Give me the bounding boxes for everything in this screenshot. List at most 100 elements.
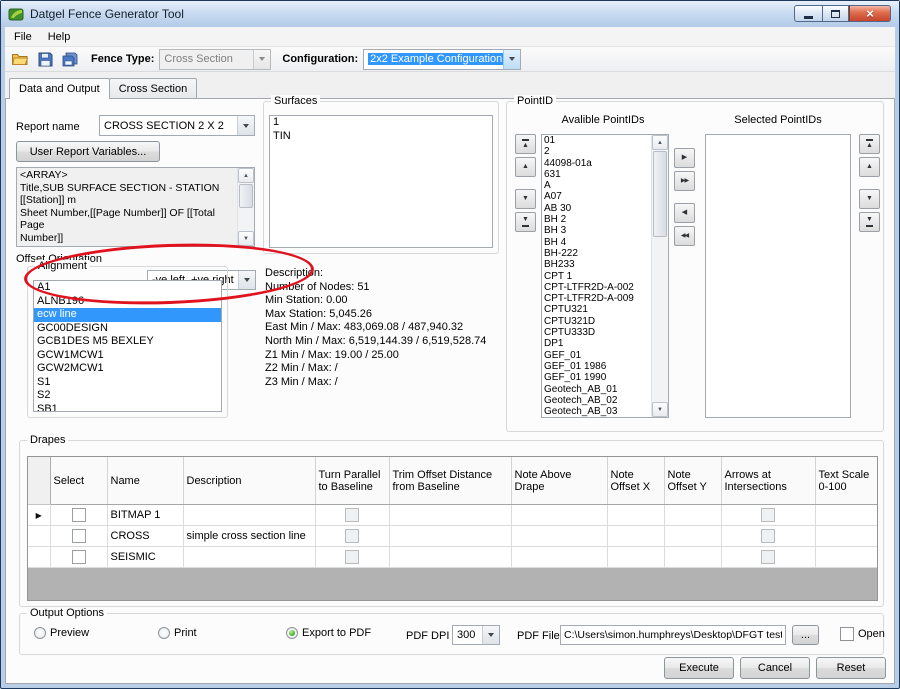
text-scale-cell[interactable] (815, 547, 877, 568)
surfaces-list[interactable]: 1TIN (269, 115, 493, 248)
maximize-button[interactable] (822, 5, 849, 22)
pointid-list-item[interactable]: BH-222 (542, 248, 652, 259)
pointid-list-item[interactable]: AB 30 (542, 203, 652, 214)
pointid-list-item[interactable]: A (542, 180, 652, 191)
arrows-checkbox[interactable] (761, 529, 775, 543)
execute-button[interactable]: Execute (664, 657, 734, 679)
dropdown-arrow-icon[interactable] (482, 626, 499, 644)
pointid-list-item[interactable]: GEF_01 (542, 350, 652, 361)
move-up-button[interactable]: ▲ (859, 157, 880, 177)
pointid-list-item[interactable]: Geotech_AB_01 (542, 384, 652, 395)
pointid-list-item[interactable]: CPTU333D (542, 327, 652, 338)
close-button[interactable]: × (849, 5, 891, 22)
move-to-bottom-button[interactable]: ▼ (515, 212, 536, 232)
move-to-bottom-button[interactable]: ▼ (859, 212, 880, 232)
turn-parallel-cell[interactable] (315, 505, 389, 526)
browse-button[interactable]: ... (792, 625, 819, 645)
turn-parallel-checkbox[interactable] (345, 550, 359, 564)
scroll-up-icon[interactable]: ▲ (652, 135, 668, 150)
pointid-list-item[interactable]: GEF_01 1986 (542, 361, 652, 372)
grid-corner-header[interactable] (28, 457, 50, 505)
alignment-list-item[interactable]: ecw line (34, 308, 221, 322)
select-cell[interactable] (50, 526, 107, 547)
drape-name-cell[interactable]: BITMAP 1 (107, 505, 183, 526)
note-offset-x-cell[interactable] (607, 526, 664, 547)
report-variables-box[interactable]: <ARRAY> Title,SUB SURFACE SECTION - STAT… (16, 167, 255, 247)
note-above-cell[interactable] (511, 547, 607, 568)
note-offset-x-cell[interactable] (607, 505, 664, 526)
move-down-button[interactable]: ▼ (515, 189, 536, 209)
export-to-pdf-radio[interactable]: Export to PDF (286, 627, 371, 639)
arrows-checkbox[interactable] (761, 550, 775, 564)
trim-offset-cell[interactable] (389, 526, 511, 547)
arrows-checkbox[interactable] (761, 508, 775, 522)
open-configuration-button[interactable] (10, 49, 30, 69)
drape-description-cell[interactable]: simple cross section line (183, 526, 315, 547)
note-offset-x-cell[interactable] (607, 547, 664, 568)
minimize-button[interactable] (794, 5, 822, 22)
surface-list-item[interactable]: TIN (270, 130, 492, 144)
select-pointid-button[interactable]: ▶ (674, 148, 695, 168)
move-to-top-button[interactable]: ▲ (515, 134, 536, 154)
column-header-description[interactable]: Description (183, 457, 315, 505)
pointid-list-item[interactable]: A07 (542, 191, 652, 202)
note-offset-y-cell[interactable] (664, 547, 721, 568)
alignment-list-item[interactable]: ALNB196 (34, 295, 221, 309)
surface-list-item[interactable]: 1 (270, 116, 492, 130)
dropdown-arrow-icon[interactable] (238, 271, 255, 289)
pointid-list-item[interactable]: Geotech_AB_03 (542, 406, 652, 417)
turn-parallel-cell[interactable] (315, 526, 389, 547)
user-report-variables-button[interactable]: User Report Variables... (16, 141, 160, 162)
row-selector-cell[interactable] (28, 547, 50, 568)
move-up-button[interactable]: ▲ (515, 157, 536, 177)
column-header-name[interactable]: Name (107, 457, 183, 505)
column-header-note-above[interactable]: Note Above Drape (511, 457, 607, 505)
preview-radio[interactable]: Preview (34, 627, 89, 639)
pdf-file-input[interactable] (560, 625, 786, 645)
note-above-cell[interactable] (511, 526, 607, 547)
note-offset-y-cell[interactable] (664, 526, 721, 547)
selected-pointids-list[interactable] (705, 134, 851, 418)
trim-offset-cell[interactable] (389, 505, 511, 526)
drape-row[interactable]: SEISMIC (28, 547, 877, 568)
open-checkbox-item[interactable]: Open (840, 627, 885, 641)
pointid-list-item[interactable]: GEF_01 1990 (542, 372, 652, 383)
menu-help[interactable]: Help (40, 29, 79, 45)
drape-name-cell[interactable]: SEISMIC (107, 547, 183, 568)
pointid-list-item[interactable]: CPTU321D (542, 316, 652, 327)
available-pointids-list[interactable]: 01244098-01a631AA07AB 30BH 2BH 3BH 4BH-2… (541, 134, 669, 418)
pdf-dpi-combobox[interactable]: 300 (452, 625, 500, 645)
turn-parallel-checkbox[interactable] (345, 508, 359, 522)
pointid-list-item[interactable]: Geotech_AB_02 (542, 395, 652, 406)
move-to-top-button[interactable]: ▲ (859, 134, 880, 154)
column-header-select[interactable]: Select (50, 457, 107, 505)
alignment-list-item[interactable]: SB1 (34, 403, 221, 413)
pointid-list-item[interactable]: BH 2 (542, 214, 652, 225)
pointid-list-item[interactable]: CPT-LTFR2D-A-009 (542, 293, 652, 304)
pointid-list-item[interactable]: DP1 (542, 338, 652, 349)
alignment-list[interactable]: A1ALNB196ecw lineGC00DESIGNGCB1DES M5 BE… (33, 280, 222, 412)
row-selector-cell[interactable]: ▶ (28, 505, 50, 526)
column-header-trim-offset[interactable]: Trim Offset Distance from Baseline (389, 457, 511, 505)
select-all-pointids-button[interactable]: ▶▶ (674, 171, 695, 191)
deselect-all-pointids-button[interactable]: ◀◀ (674, 226, 695, 246)
cancel-button[interactable]: Cancel (740, 657, 810, 679)
column-header-text-scale[interactable]: Text Scale 0-100 (815, 457, 877, 505)
select-cell[interactable] (50, 505, 107, 526)
menu-file[interactable]: File (6, 29, 40, 45)
row-selector-cell[interactable] (28, 526, 50, 547)
text-scale-cell[interactable] (815, 505, 877, 526)
drape-row[interactable]: CROSS simple cross section line (28, 526, 877, 547)
dropdown-arrow-icon[interactable] (237, 116, 254, 135)
title-bar[interactable]: Datgel Fence Generator Tool × (1, 1, 899, 27)
drape-row[interactable]: ▶ BITMAP 1 (28, 505, 877, 526)
print-radio[interactable]: Print (158, 627, 197, 639)
alignment-list-item[interactable]: S2 (34, 389, 221, 403)
scroll-down-icon[interactable]: ▼ (238, 231, 254, 246)
column-header-note-offset-x[interactable]: Note Offset X (607, 457, 664, 505)
alignment-list-item[interactable]: GCW2MCW1 (34, 362, 221, 376)
configuration-combobox[interactable]: 2x2 Example Configuration (363, 49, 521, 70)
reset-button[interactable]: Reset (816, 657, 886, 679)
scroll-up-icon[interactable]: ▲ (238, 168, 254, 183)
select-cell[interactable] (50, 547, 107, 568)
